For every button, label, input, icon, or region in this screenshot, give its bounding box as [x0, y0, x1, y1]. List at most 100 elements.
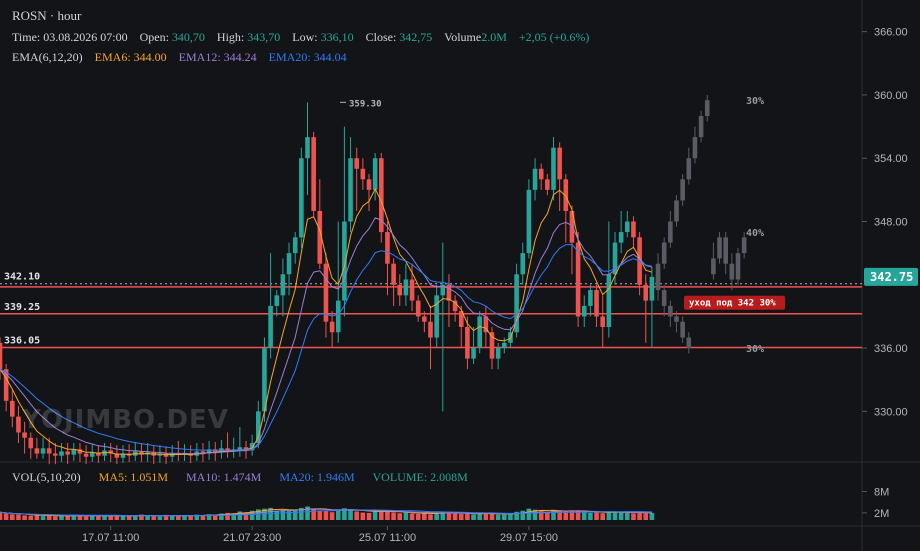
- volume-bar: [495, 514, 501, 520]
- forecast-candle: [674, 316, 679, 322]
- candle: [292, 237, 298, 254]
- candle: [366, 179, 372, 190]
- chart-canvas: 342.10 339.25 336.05 366.00 360.00 354.00 348…: [0, 0, 920, 551]
- candle: [360, 168, 366, 180]
- candle: [348, 158, 353, 222]
- volume-bar: [22, 515, 27, 520]
- candle: [551, 147, 556, 190]
- candle: [428, 321, 433, 338]
- volume-bar: [0, 512, 3, 520]
- price-tick-label: 348.00: [874, 217, 908, 229]
- volume-bar: [83, 516, 89, 520]
- candle: [649, 276, 655, 301]
- forecast-candle: [741, 237, 747, 254]
- volume-bar: [526, 508, 532, 520]
- volume-bar: [458, 513, 464, 520]
- vol-ma5: MA5: 1.051M: [98, 470, 168, 484]
- candle: [28, 437, 34, 449]
- volume-tick-label: 2M: [874, 508, 889, 520]
- volume-bar: [391, 512, 396, 520]
- candle: [286, 253, 292, 275]
- volume-bar: [409, 513, 415, 520]
- forecast-candle: [668, 221, 673, 243]
- volume-bar: [465, 513, 470, 520]
- volume-bar: [385, 511, 390, 520]
- volume-bar: [40, 516, 46, 520]
- volume-bar: [600, 513, 605, 520]
- volume-bar: [65, 516, 70, 520]
- candle: [342, 221, 347, 301]
- time-value: 03.08.2026 07:00: [43, 30, 128, 44]
- candle: [65, 451, 70, 455]
- candle: [446, 284, 452, 301]
- forecast-candle: [717, 237, 722, 259]
- time-axis: 17.07 11:00 21.07 23:00 25.07 11:00 29.07 1…: [82, 526, 558, 544]
- candle: [409, 279, 415, 301]
- candle: [415, 300, 421, 317]
- candle: [538, 168, 544, 180]
- volume-label: Volume: [444, 30, 482, 44]
- volume-bar: [3, 513, 9, 520]
- open-value: 340,70: [171, 30, 205, 44]
- volume-bar: [489, 513, 495, 520]
- volume-bar: [16, 514, 21, 520]
- low-value: 336,10: [320, 30, 354, 44]
- volume-bar: [133, 516, 138, 520]
- volume-bar: [323, 511, 329, 520]
- forecast-candle: [698, 116, 704, 138]
- candle: [557, 147, 562, 180]
- candle: [46, 448, 52, 454]
- volume-bar: [77, 515, 83, 520]
- candle: [0, 342, 3, 370]
- volume-bar: [317, 510, 323, 520]
- volume-legend: VOL(5,10,20) MA5: 1.051M MA10: 1.474M MA…: [12, 470, 468, 485]
- forecast-candle: [655, 263, 661, 285]
- candle: [323, 263, 329, 322]
- candle: [89, 452, 95, 457]
- time-tick-label: 29.07 15:00: [500, 532, 558, 544]
- vol-current: VOLUME: 2.008M: [372, 470, 468, 484]
- candle: [606, 274, 612, 327]
- grid: [0, 0, 920, 551]
- volume-bar: [520, 510, 526, 520]
- candle: [274, 295, 280, 306]
- volume-bar: [508, 513, 513, 520]
- volume-bar: [335, 510, 341, 520]
- volume-bar: [594, 512, 599, 520]
- volume-bar: [126, 515, 132, 520]
- forecast-candle: [661, 242, 667, 264]
- volume-bar: [10, 514, 15, 520]
- volume-bar: [366, 512, 372, 520]
- candle: [643, 284, 649, 301]
- forecast-candle: [686, 337, 692, 349]
- time-label: Time:: [12, 30, 41, 44]
- candle: [329, 321, 335, 333]
- volume-bar: [28, 515, 34, 520]
- volume-bar: [569, 511, 575, 520]
- candle: [53, 453, 58, 456]
- ohlc-line: Time: 03.08.2026 07:00 Open: 340,70 High…: [12, 30, 589, 45]
- price-tick-label: 366.00: [874, 27, 908, 39]
- candle: [532, 168, 538, 190]
- ema20-value: EMA20: 344.04: [268, 50, 347, 64]
- candle: [465, 326, 470, 359]
- level-label: 342.10: [4, 272, 40, 283]
- vol-label: VOL(5,10,20): [12, 470, 81, 484]
- level-label: 339.25: [4, 302, 40, 313]
- volume-bar: [428, 514, 433, 520]
- candle: [311, 137, 316, 211]
- open-label: Open:: [139, 30, 169, 44]
- volume-tick-label: 8M: [874, 487, 889, 499]
- forecast-30-top-label: 30%: [746, 96, 764, 107]
- candle: [502, 342, 507, 349]
- ema12-value: EMA12: 344.24: [178, 50, 257, 64]
- volume-bar: [274, 510, 280, 520]
- volume-bar: [108, 516, 113, 520]
- forecast-candles: [655, 94, 747, 354]
- candle: [397, 284, 403, 296]
- candle: [520, 253, 526, 275]
- price-tick-label: 336.00: [874, 343, 908, 355]
- candle: [581, 305, 587, 317]
- vol-ma20: MA20: 1.946M: [279, 470, 355, 484]
- volume-bar: [618, 512, 624, 520]
